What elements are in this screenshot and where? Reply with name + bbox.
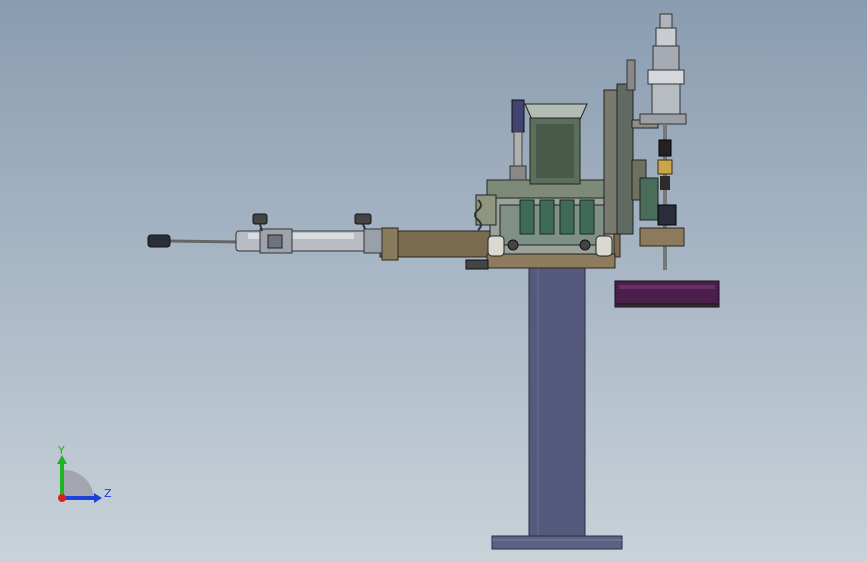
- hopper: [509, 99, 588, 185]
- machine-drawing: Y Z: [57, 13, 720, 550]
- cad-viewport[interactable]: Y Z: [0, 0, 867, 562]
- y-axis-label: Y: [57, 444, 65, 457]
- vertical-slide: [603, 59, 659, 235]
- parts-tray: [614, 280, 720, 308]
- orientation-triad: Y Z: [57, 444, 112, 503]
- spindle-assembly: [639, 13, 687, 270]
- support-column: [491, 261, 623, 550]
- pneumatic-cylinder: [147, 213, 383, 254]
- gripper-head: [474, 179, 626, 257]
- z-axis-label: Z: [104, 487, 112, 500]
